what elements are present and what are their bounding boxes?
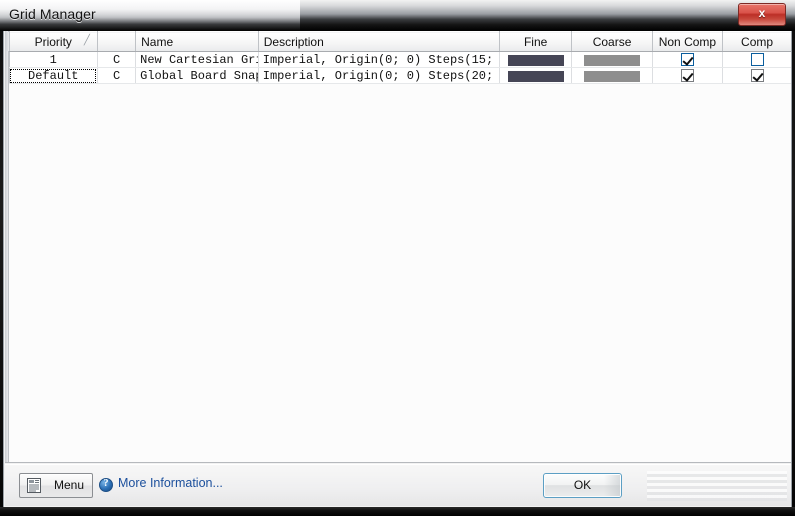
cell-priority-0[interactable]: 1	[9, 51, 98, 68]
help-glyph: ?	[103, 478, 109, 489]
more-information-label: More Information...	[118, 476, 223, 490]
menu-button[interactable]: Menu	[19, 473, 93, 498]
fine-color-swatch-1	[507, 71, 564, 82]
non-comp-checkbox-0[interactable]	[680, 52, 694, 66]
sort-ascending-icon: ╱	[83, 35, 90, 46]
cell-coarse-1[interactable]	[571, 67, 653, 84]
grid-table: Priority ╱ Name Description Fine Coarse …	[5, 31, 791, 84]
comp-checkbox-0[interactable]	[750, 52, 764, 66]
grid-empty-area	[6, 123, 791, 462]
close-button[interactable]: x	[738, 3, 786, 26]
title-bar[interactable]: Grid Manager x	[0, 0, 795, 31]
cell-non-comp-1[interactable]	[652, 67, 724, 84]
list-document-icon	[27, 478, 41, 493]
column-header-coarse[interactable]: Coarse	[571, 31, 653, 52]
cell-priority-1[interactable]: Default	[9, 67, 98, 84]
table-row[interactable]: 1 C New Cartesian Grid Imperial, Origin(…	[5, 51, 791, 68]
grid-manager-window: Grid Manager x Priority ╱ Name Descripti…	[0, 0, 795, 516]
table-row[interactable]: Default C Global Board Snap Gr Imperial,…	[5, 67, 791, 84]
cell-non-comp-0[interactable]	[652, 51, 724, 68]
cell-description-0[interactable]: Imperial, Origin(0; 0) Steps(15; 15)	[258, 51, 500, 68]
coarse-color-swatch-0	[584, 55, 641, 66]
column-header-name[interactable]: Name	[135, 31, 259, 52]
non-comp-checkbox-1[interactable]	[680, 68, 694, 82]
help-question-icon: ?	[99, 478, 113, 492]
column-header-type[interactable]	[97, 31, 137, 52]
cell-fine-0[interactable]	[499, 51, 573, 68]
resize-grip[interactable]	[647, 471, 787, 501]
cell-name-1[interactable]: Global Board Snap Gr	[135, 67, 259, 84]
column-header-fine[interactable]: Fine	[499, 31, 573, 52]
grid-header-row: Priority ╱ Name Description Fine Coarse …	[5, 31, 791, 52]
grid-table-container[interactable]: Priority ╱ Name Description Fine Coarse …	[5, 31, 791, 463]
column-header-priority[interactable]: Priority ╱	[9, 31, 98, 52]
grid-left-rail	[5, 31, 9, 462]
cell-coarse-0[interactable]	[571, 51, 653, 68]
window-bottom-edge	[0, 507, 795, 516]
column-header-non-comp[interactable]: Non Comp	[652, 31, 724, 52]
ok-button-gloss	[604, 475, 620, 496]
menu-button-label: Menu	[53, 478, 85, 492]
fine-color-swatch-0	[507, 55, 564, 66]
dialog-footer: Menu ? More Information... OK	[5, 464, 791, 506]
column-header-priority-label: Priority	[34, 34, 72, 49]
cell-type-0[interactable]: C	[97, 51, 137, 68]
cell-comp-1[interactable]	[722, 67, 791, 84]
column-header-description[interactable]: Description	[258, 31, 500, 52]
cell-fine-1[interactable]	[499, 67, 573, 84]
window-title: Grid Manager	[9, 6, 96, 22]
cell-comp-0[interactable]	[722, 51, 791, 68]
close-icon: x	[758, 6, 766, 20]
dialog-client-area: Priority ╱ Name Description Fine Coarse …	[3, 31, 792, 507]
coarse-color-swatch-1	[584, 71, 641, 82]
cell-description-1[interactable]: Imperial, Origin(0; 0) Steps(20; 20)	[258, 67, 500, 84]
cell-type-1[interactable]: C	[97, 67, 137, 84]
column-header-comp[interactable]: Comp	[722, 31, 791, 52]
ok-button[interactable]: OK	[543, 473, 622, 498]
comp-checkbox-1[interactable]	[750, 68, 764, 82]
cell-name-0[interactable]: New Cartesian Grid	[135, 51, 259, 68]
grid-body: 1 C New Cartesian Grid Imperial, Origin(…	[5, 51, 791, 84]
